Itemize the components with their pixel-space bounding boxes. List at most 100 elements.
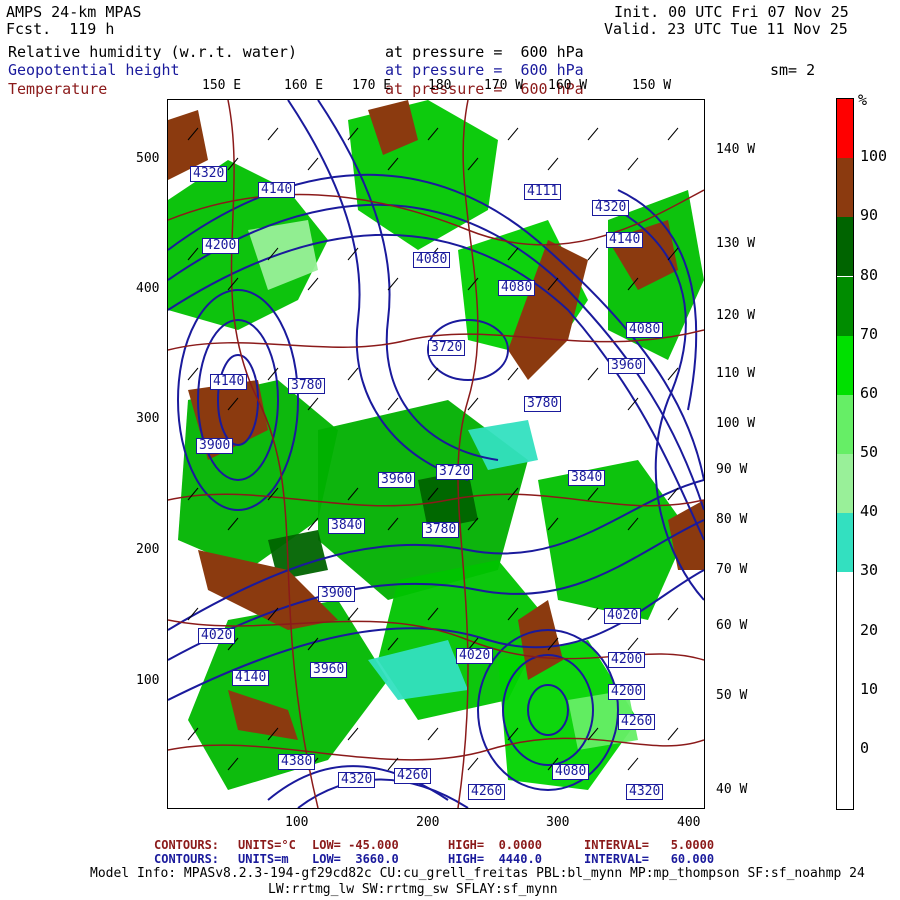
height-label: 4080 [498,280,536,296]
lon-label-top: 150 E [202,78,242,93]
height-label: 4080 [552,764,590,780]
colorbar-label: 30 [860,561,879,580]
height-label: 3720 [436,464,474,480]
lon-label-right: 50 W [716,688,748,703]
height-label: 4140 [210,374,248,390]
height-label: 3960 [608,358,646,374]
height-label: 3780 [422,522,460,538]
x-tick-label: 200 [416,815,440,830]
field-height-level: at pressure = 600 hPa [385,61,584,79]
height-label: 4140 [606,232,644,248]
lon-label-top: 160 W [548,78,588,93]
height-label: 4140 [258,182,296,198]
y-tick-label: 400 [136,281,160,296]
colorbar-label: 50 [860,443,879,461]
height-label: 4200 [608,684,646,700]
lon-label-right: 60 W [716,618,748,633]
height-label: 4260 [618,714,656,730]
temp-contour-interval: INTERVAL= 5.0000 [584,838,715,852]
colorbar-segment [837,631,853,691]
height-label: 3780 [524,396,562,412]
colorbar-label: 20 [860,620,879,639]
colorbar-label: 40 [860,502,879,521]
lon-label-top: 180 [428,78,452,93]
height-label: 4020 [604,608,642,624]
lon-label-right: 100 W [716,416,756,431]
y-tick-label: 500 [136,151,160,166]
lon-label-right: 40 W [716,782,748,797]
height-label: 3840 [328,518,366,534]
temp-contour-label: CONTOURS: [154,838,220,852]
colorbar-label: 0 [860,738,870,757]
height-label: 3900 [196,438,234,454]
colorbar-segment [837,99,853,159]
height-label: 3960 [310,662,348,678]
map-panel: 4320 4140 4200 4080 4111 4320 4140 4080 … [167,99,705,809]
height-label: 3960 [378,472,416,488]
height-label: 4320 [338,772,376,788]
colorbar-segment [837,335,853,395]
lon-label-right: 90 W [716,462,748,477]
lon-label-top: 170 W [484,78,524,93]
field-rh-name: Relative humidity (w.r.t. water) [8,43,297,61]
temp-contour-units: UNITS=°C [238,838,296,852]
height-contour-units: UNITS=m [238,852,289,866]
colorbar-segment [837,158,853,218]
y-tick-label: 100 [136,673,160,688]
height-label: 4320 [190,166,228,182]
height-label: 4111 [524,184,562,200]
y-tick-label: 200 [136,542,160,557]
lon-label-right: 130 W [716,236,756,251]
colorbar-label: 70 [860,324,879,343]
y-tick-label: 300 [136,411,160,426]
field-height-name: Geopotential height [8,61,180,79]
colorbar-segment [837,276,853,336]
colorbar-segment [837,454,853,514]
height-label: 4020 [456,648,494,664]
forecast-hour: Fcst. 119 h [6,20,115,38]
height-label: 4080 [413,252,451,268]
colorbar-segment [837,690,853,750]
height-contour-label: CONTOURS: [154,852,220,866]
colorbar-label: 60 [860,383,879,402]
x-tick-label: 400 [677,815,701,830]
height-contour-high: HIGH= 4440.0 [448,852,542,866]
lon-label-top: 160 E [284,78,324,93]
colorbar-segment [837,572,853,632]
height-label: 4260 [394,768,432,784]
colorbar-unit: % [858,91,868,109]
lon-label-top: 150 W [632,78,672,93]
smooth-label: sm= 2 [770,61,816,79]
lon-label-right: 70 W [716,562,748,577]
colorbar-segment [837,749,853,809]
colorbar-label: 80 [860,265,879,284]
height-contour-interval: INTERVAL= 60.000 [584,852,715,866]
colorbar [836,98,854,810]
model-title: AMPS 24-km MPAS [6,3,142,21]
temp-contour-high: HIGH= 0.0000 [448,838,542,852]
height-label: 4140 [232,670,270,686]
height-label: 4020 [198,628,236,644]
lon-label-right: 120 W [716,308,756,323]
height-label: 3720 [428,340,466,356]
colorbar-segment [837,217,853,277]
init-time: Init. 00 UTC Fri 07 Nov 25 [614,3,849,21]
height-label: 4080 [626,322,664,338]
colorbar-label: 90 [860,206,879,225]
colorbar-label: 100 [860,147,888,166]
height-label: 3780 [288,378,326,394]
field-rh-level: at pressure = 600 hPa [385,43,584,61]
valid-time: Valid. 23 UTC Tue 11 Nov 25 [604,20,848,38]
x-tick-label: 300 [546,815,570,830]
temp-contour-low: LOW= -45.000 [312,838,399,852]
model-info-2: LW:rrtmg_lw SW:rrtmg_sw SFLAY:sf_mynn [268,882,558,897]
colorbar-segment [837,513,853,573]
lon-label-top: 170 E [352,78,392,93]
height-label: 4320 [592,200,630,216]
height-label: 4380 [278,754,316,770]
lon-label-right: 110 W [716,366,756,381]
height-contour-low: LOW= 3660.0 [312,852,399,866]
field-temp-name: Temperature [8,80,108,98]
height-label: 4260 [468,784,506,800]
height-label: 3840 [568,470,606,486]
